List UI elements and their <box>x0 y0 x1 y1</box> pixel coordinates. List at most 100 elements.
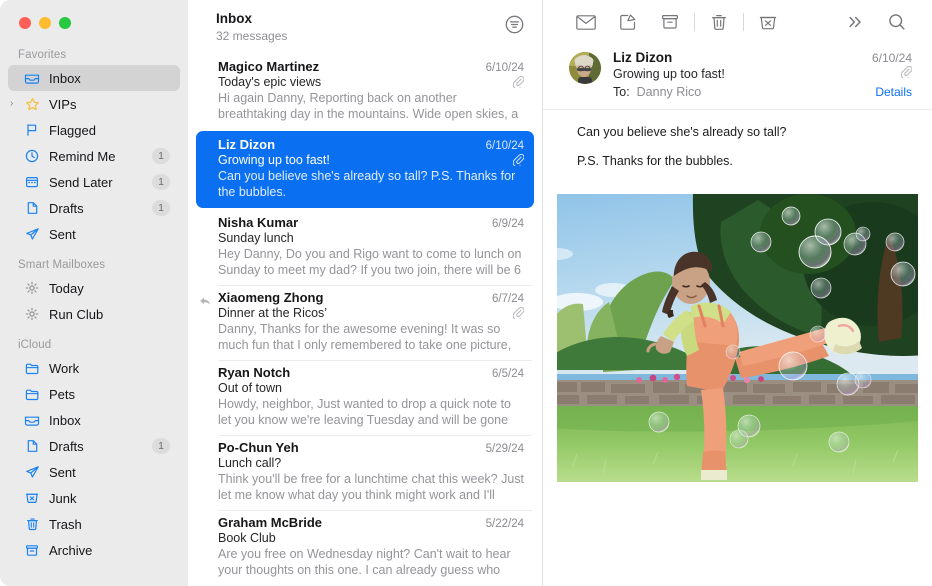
message-preview: Hi again Danny, Reporting back on anothe… <box>218 90 524 122</box>
sidebar-item-archive[interactable]: Archive <box>8 537 180 563</box>
attachment-photo[interactable] <box>557 194 918 482</box>
photo-illustration <box>557 194 918 482</box>
message-row[interactable]: Graham McBride 5/22/24 Book Club Are you… <box>188 510 542 585</box>
message-sender: Ryan Notch <box>218 365 290 380</box>
archive-icon <box>23 542 41 558</box>
message-sender: Magico Martinez <box>218 59 319 74</box>
message-date: 6/9/24 <box>484 218 524 230</box>
sidebar-item-work[interactable]: Work <box>8 355 180 381</box>
sidebar-item-label: Work <box>49 361 180 376</box>
sidebar-item-trash[interactable]: Trash <box>8 511 180 537</box>
message-row[interactable]: Po-Chun Yeh 5/29/24 Lunch call? Think yo… <box>188 435 542 510</box>
message-date: 6/5/24 <box>484 368 524 380</box>
sidebar-item-label: Archive <box>49 543 180 558</box>
filter-sort-icon[interactable] <box>502 12 526 36</box>
sidebar-item-label: Trash <box>49 517 180 532</box>
details-link[interactable]: Details <box>875 85 912 99</box>
message-preview: Howdy, neighbor, Just wanted to drop a q… <box>218 396 524 428</box>
message-count: 32 messages <box>216 28 287 44</box>
star-icon <box>23 96 41 112</box>
message-date: 6/7/24 <box>484 293 524 305</box>
paper-plane-icon <box>23 464 41 480</box>
sidebar-item-inbox[interactable]: Inbox <box>8 65 180 91</box>
mail-window: Favorites Inbox › VIPs Flagged Remind M <box>0 0 932 586</box>
sidebar-item-send-later[interactable]: Send Later 1 <box>8 169 180 195</box>
sidebar-item-icloud-sent[interactable]: Sent <box>8 459 180 485</box>
calendar-icon <box>23 174 41 190</box>
message-list-header: Inbox 32 messages <box>188 0 542 52</box>
reader-toolbar <box>543 0 932 44</box>
sidebar-item-vips[interactable]: › VIPs <box>8 91 180 117</box>
sidebar-item-label: Inbox <box>49 71 180 86</box>
trash-icon[interactable] <box>698 8 740 36</box>
sidebar: Favorites Inbox › VIPs Flagged Remind M <box>0 0 188 586</box>
message-subject: Growing up too fast! <box>218 153 330 167</box>
message-row[interactable]: Nisha Kumar 6/9/24 Sunday lunch Hey Dann… <box>188 210 542 285</box>
sidebar-item-remind-me[interactable]: Remind Me 1 <box>8 143 180 169</box>
message-sender: Po-Chun Yeh <box>218 440 299 455</box>
message-subject: Sunday lunch <box>218 231 294 245</box>
document-icon <box>23 200 41 216</box>
sidebar-item-label: Drafts <box>49 439 152 454</box>
sidebar-item-icloud-inbox[interactable]: Inbox <box>8 407 180 433</box>
traffic-lights <box>0 0 188 46</box>
sidebar-item-sent[interactable]: Sent <box>8 221 180 247</box>
unread-badge: 1 <box>152 200 170 216</box>
message-sender: Liz Dizon <box>218 137 275 152</box>
archive-icon[interactable] <box>649 8 691 36</box>
message-preview: Are you free on Wednesday night? Can't w… <box>218 546 524 578</box>
trash-icon <box>23 516 41 532</box>
message-recipient: To: Danny Rico <box>613 85 701 99</box>
unread-badge: 1 <box>152 148 170 164</box>
sidebar-item-label: Drafts <box>49 201 152 216</box>
sidebar-item-flagged[interactable]: Flagged <box>8 117 180 143</box>
sidebar-item-run-club[interactable]: Run Club <box>8 301 180 327</box>
minimize-button[interactable] <box>39 17 51 29</box>
zoom-button[interactable] <box>59 17 71 29</box>
envelope-icon[interactable] <box>565 8 607 36</box>
recipient-name: Danny Rico <box>637 85 702 99</box>
sidebar-item-label: Inbox <box>49 413 180 428</box>
message-header: Liz Dizon 6/10/24 Growing up too fast! T… <box>543 44 932 110</box>
sidebar-item-label: Send Later <box>49 175 152 190</box>
compose-icon[interactable] <box>607 8 649 36</box>
close-button[interactable] <box>19 17 31 29</box>
message-preview: Danny, Thanks for the awesome evening! I… <box>218 321 524 353</box>
avatar[interactable] <box>569 52 601 84</box>
unread-badge: 1 <box>152 438 170 454</box>
sidebar-item-label: VIPs <box>49 97 180 112</box>
message-sender: Xiaomeng Zhong <box>218 290 323 305</box>
attachment-clip-icon <box>512 154 524 166</box>
folder-icon <box>23 360 41 376</box>
sidebar-item-pets[interactable]: Pets <box>8 381 180 407</box>
sidebar-item-junk[interactable]: Junk <box>8 485 180 511</box>
message-date: 6/10/24 <box>872 51 912 65</box>
attachment-clip-icon <box>512 307 524 319</box>
clock-icon <box>23 148 41 164</box>
message-row[interactable]: Xiaomeng Zhong 6/7/24 Dinner at the Rico… <box>188 285 542 360</box>
sidebar-item-drafts[interactable]: Drafts 1 <box>8 195 180 221</box>
sidebar-item-icloud-drafts[interactable]: Drafts 1 <box>8 433 180 459</box>
flag-icon <box>23 122 41 138</box>
sidebar-item-today[interactable]: Today <box>8 275 180 301</box>
message-row[interactable]: Liz Dizon 6/10/24 Growing up too fast! C… <box>196 131 534 208</box>
paper-plane-icon <box>23 226 41 242</box>
message-sender: Nisha Kumar <box>218 215 298 230</box>
sidebar-item-label: Sent <box>49 227 180 242</box>
sidebar-item-label: Junk <box>49 491 180 506</box>
junk-icon[interactable] <box>747 8 789 36</box>
message-subject: Growing up too fast! <box>613 67 725 81</box>
chevron-double-right-icon[interactable] <box>834 8 876 36</box>
message-date: 5/29/24 <box>478 443 524 455</box>
search-icon[interactable] <box>876 8 918 36</box>
junk-icon <box>23 490 41 506</box>
sidebar-item-label: Run Club <box>49 307 180 322</box>
sidebar-item-label: Remind Me <box>49 149 152 164</box>
message-subject: Out of town <box>218 381 282 395</box>
sidebar-item-label: Pets <box>49 387 180 402</box>
message-row[interactable]: Magico Martinez 6/10/24 Today's epic vie… <box>188 54 542 129</box>
chevron-right-icon[interactable]: › <box>10 99 13 109</box>
message-row[interactable]: Ryan Notch 6/5/24 Out of town Howdy, nei… <box>188 360 542 435</box>
message-date: 5/22/24 <box>478 518 524 530</box>
gear-icon <box>23 280 41 296</box>
